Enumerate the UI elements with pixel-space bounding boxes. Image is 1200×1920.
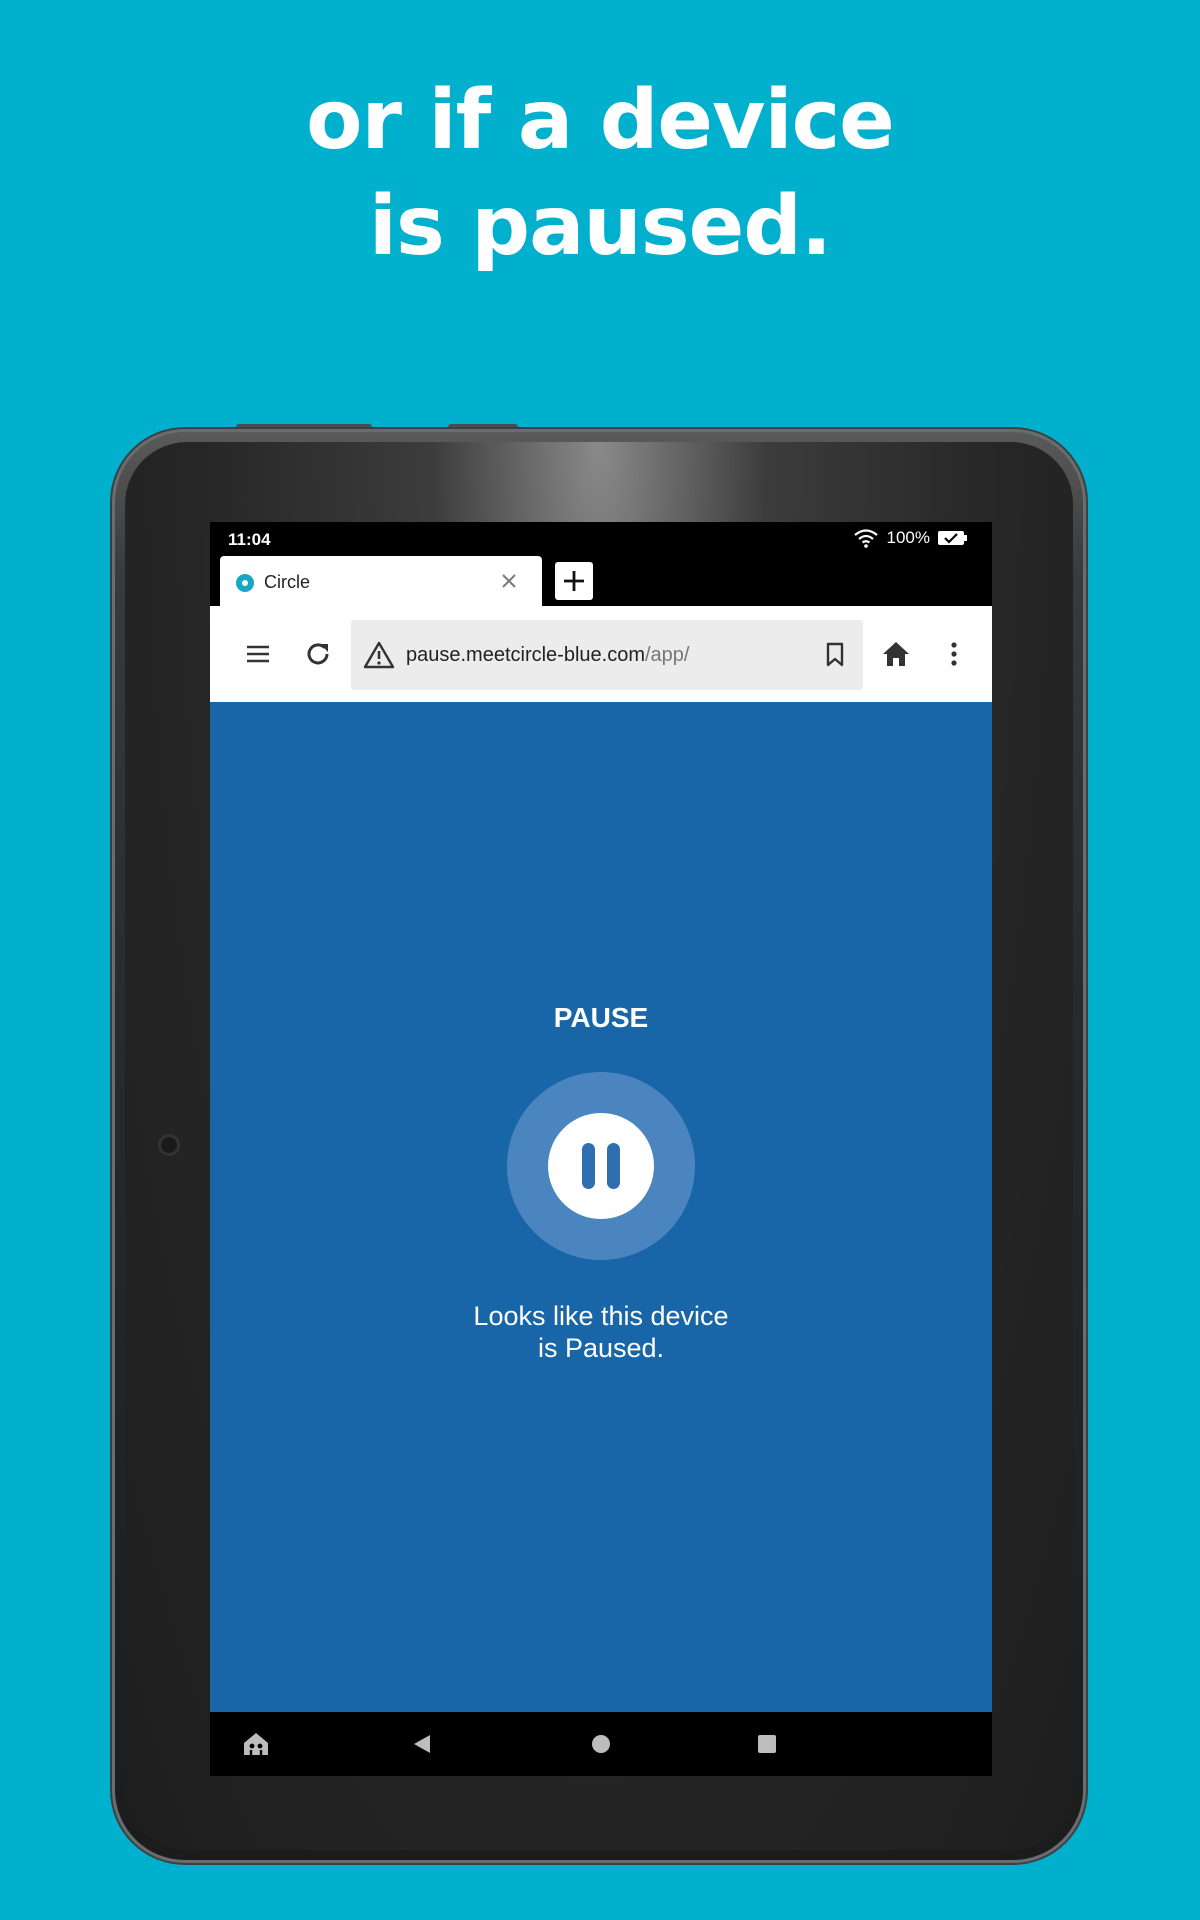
status-right: 100% [853,528,968,548]
headline-line-2: is paused. [368,179,832,274]
tablet-power-button [448,424,518,432]
headline-line-1: or if a device [306,73,895,168]
browser-toolbar: pause.meetcircle-blue.com/app/ [210,606,992,702]
pause-message-line-1: Looks like this device [473,1301,729,1331]
home-nav-button[interactable] [569,1712,633,1776]
kids-home-button[interactable] [224,1712,288,1776]
url-bar[interactable]: pause.meetcircle-blue.com/app/ [351,620,863,690]
battery-charged-icon [938,531,967,545]
pause-status-ring [507,1072,695,1260]
back-icon [414,1735,430,1753]
tab-circle[interactable]: Circle [220,556,542,606]
more-icon [951,642,957,666]
back-button[interactable] [390,1712,454,1776]
close-icon[interactable] [498,570,520,592]
pause-bar-right [607,1143,620,1189]
url-path: /app/ [645,644,690,666]
camera-icon [158,1134,180,1156]
kids-home-icon [244,1733,268,1755]
system-nav-bar [210,1712,992,1776]
url-text: pause.meetcircle-blue.com/app/ [406,644,689,667]
tab-bar: Circle [210,552,992,606]
reload-icon [307,643,329,665]
home-button[interactable] [870,606,922,702]
reload-button[interactable] [292,606,344,702]
bookmark-icon[interactable] [825,642,845,668]
pause-message: Looks like this device is Paused. [210,1300,992,1364]
pause-message-line-2: is Paused. [537,1333,665,1363]
pause-icon [548,1113,654,1219]
plus-icon [564,571,584,591]
circle-favicon-icon [236,574,254,592]
status-time: 11:04 [228,530,271,549]
menu-icon [247,645,269,663]
recents-icon [758,1735,776,1753]
recents-button[interactable] [735,1712,799,1776]
pause-title: PAUSE [553,1002,649,1033]
menu-button[interactable] [232,606,284,702]
battery-percent: 100% [886,528,930,547]
home-icon [883,642,909,666]
warning-icon [363,641,395,669]
page-content: PAUSE Looks like this device is Paused. [210,702,992,1712]
more-button[interactable] [932,606,976,702]
tablet-volume-button [236,424,372,432]
wifi-icon [853,529,878,548]
status-bar: 11:04 100% [210,522,992,552]
tab-title: Circle [264,572,311,592]
pause-bar-left [582,1143,595,1189]
home-circle-icon [592,1735,610,1753]
new-tab-button[interactable] [555,562,593,600]
headline: or if a device is paused. [0,68,1200,280]
url-host: pause.meetcircle-blue.com [406,644,645,666]
tablet-screen: 11:04 100% Circle pause.meetcircle-blue.… [210,522,992,1776]
